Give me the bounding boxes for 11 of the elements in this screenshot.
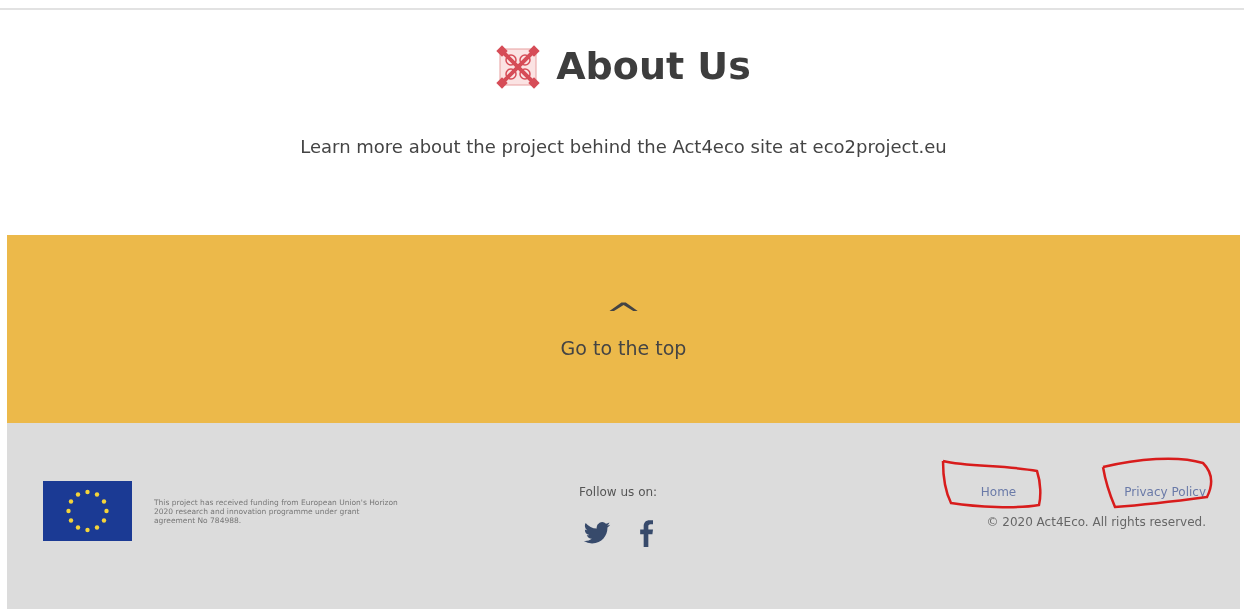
go-to-top-link[interactable]: ^ Go to the top	[560, 303, 687, 363]
home-link[interactable]: Home	[980, 483, 1017, 501]
twitter-icon[interactable]	[583, 522, 612, 544]
section-title: About Us	[556, 43, 751, 90]
copyright-text: © 2020 Act4Eco. All rights reserved.	[986, 514, 1206, 531]
up-chevron-icon: ^	[604, 303, 643, 326]
facebook-icon[interactable]	[639, 519, 654, 547]
eu-flag-icon	[43, 481, 132, 541]
about-text: Learn more about the project behind the Act4eco site at eco2project.eu	[300, 135, 947, 159]
logo-icon	[496, 44, 541, 89]
follow-label: Follow us on:	[579, 484, 658, 501]
